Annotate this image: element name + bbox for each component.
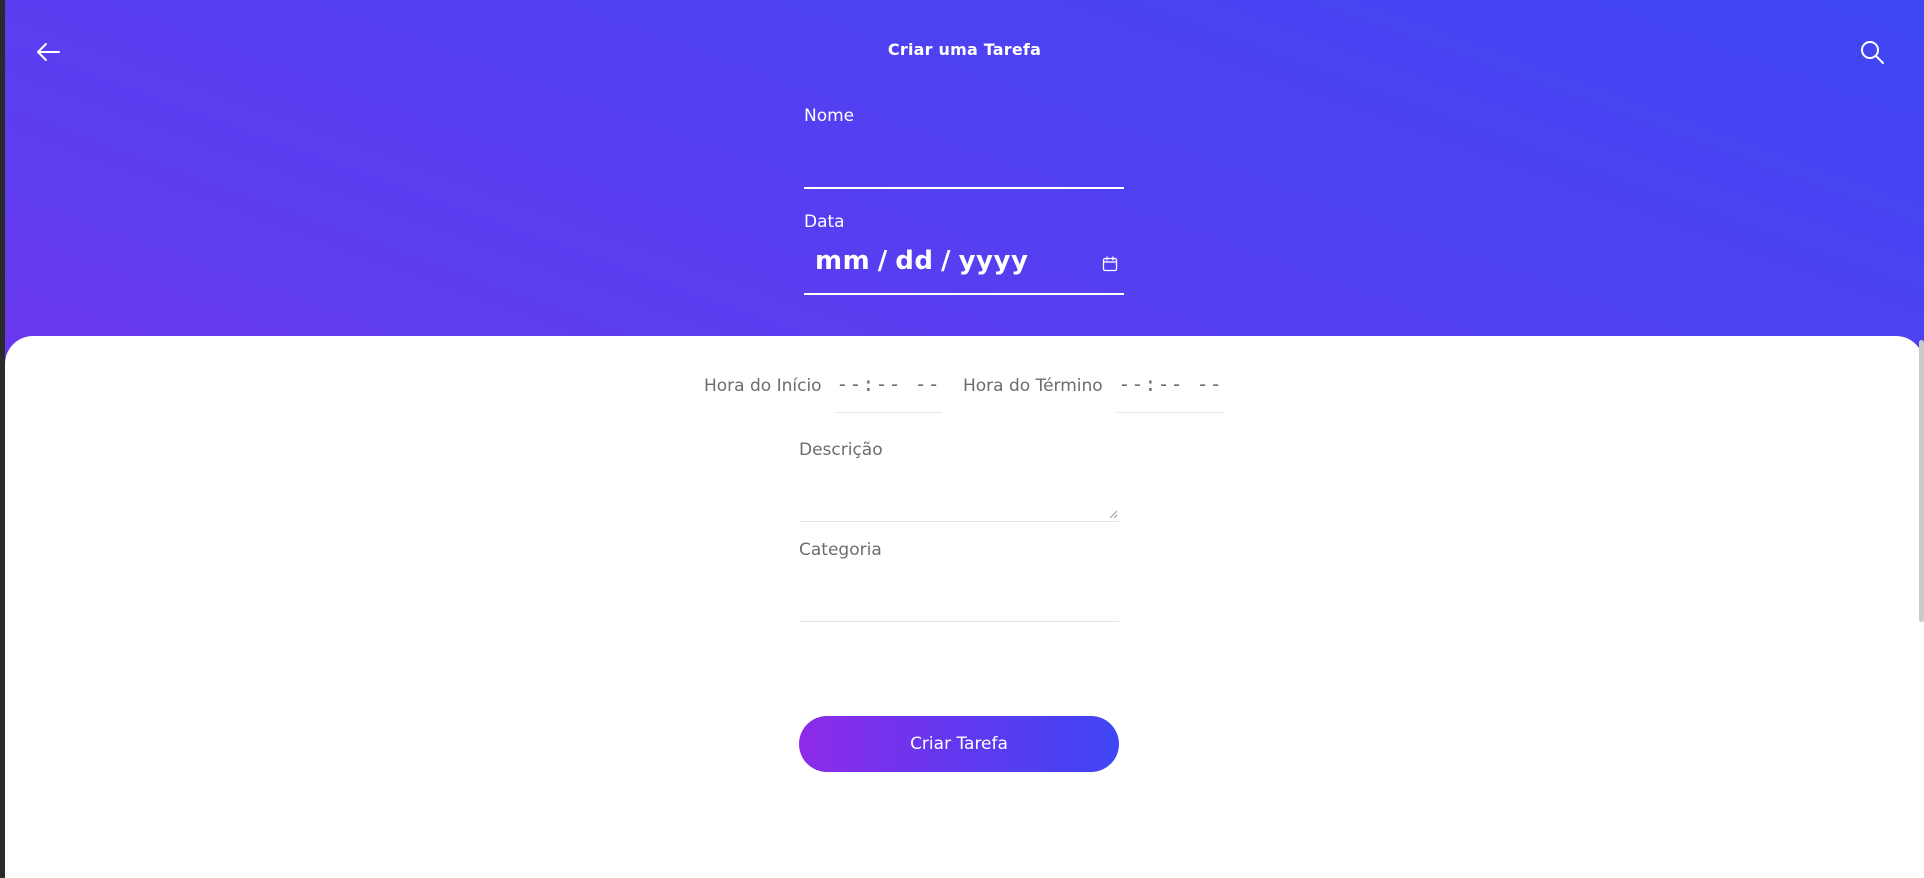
- categoria-underline: [799, 621, 1119, 622]
- hora-inicio-input[interactable]: --:-- --: [835, 372, 942, 413]
- hora-termino-input[interactable]: --:-- --: [1117, 372, 1224, 413]
- search-icon: [1861, 41, 1884, 64]
- search-button[interactable]: [1858, 38, 1886, 66]
- calendar-icon[interactable]: [1102, 256, 1118, 272]
- data-label: Data: [804, 212, 845, 232]
- data-underline: [804, 293, 1124, 295]
- nome-field[interactable]: Nome: [804, 106, 1124, 190]
- app-window: Criar uma Tarefa Nome Data mm / dd / yyy…: [5, 0, 1924, 878]
- form-panel: Hora do Início --:-- -- Hora do Término …: [5, 336, 1924, 878]
- data-field[interactable]: Data mm / dd / yyyy: [804, 212, 1124, 296]
- date-placeholder: mm / dd / yyyy: [815, 246, 1029, 276]
- descricao-field[interactable]: Descrição: [799, 440, 1119, 522]
- scrollbar[interactable]: [1919, 340, 1924, 622]
- criar-tarefa-button[interactable]: Criar Tarefa: [799, 716, 1119, 772]
- descricao-underline: [799, 521, 1119, 522]
- categoria-label: Categoria: [799, 540, 882, 560]
- page-title: Criar uma Tarefa: [887, 40, 1042, 59]
- nome-label: Nome: [804, 106, 855, 126]
- descricao-label: Descrição: [799, 440, 883, 460]
- resize-grip-icon[interactable]: [1109, 510, 1118, 519]
- nome-underline: [804, 187, 1124, 189]
- hora-inicio-label: Hora do Início: [704, 376, 822, 396]
- categoria-field[interactable]: Categoria: [799, 540, 1119, 622]
- hora-termino-label: Hora do Término: [963, 376, 1103, 396]
